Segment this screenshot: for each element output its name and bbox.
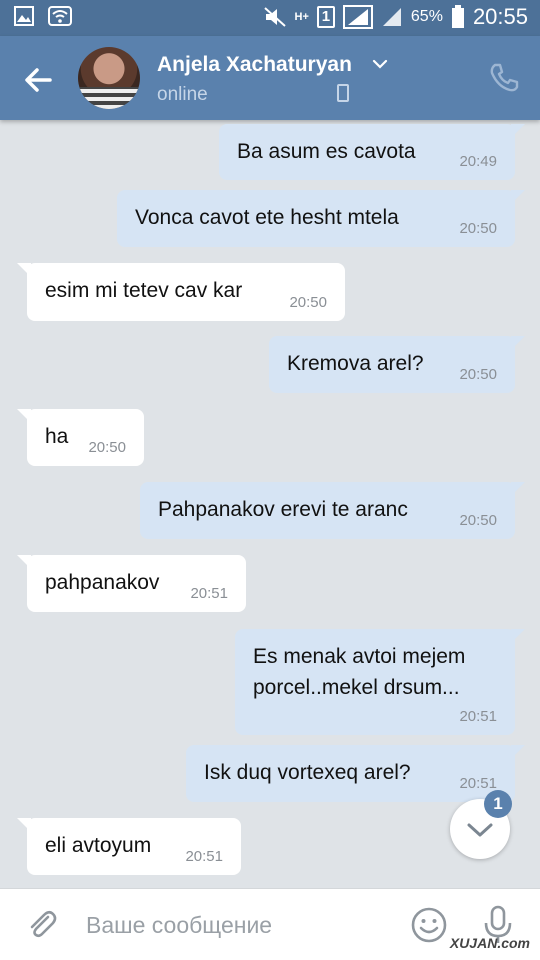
emoji-icon[interactable] [410, 906, 448, 944]
battery-icon [451, 5, 464, 28]
battery-percent: 65% [410, 8, 443, 25]
avatar[interactable] [78, 47, 140, 109]
message-input[interactable] [86, 907, 386, 943]
message-incoming[interactable]: esim mi tetev cav kar 20:50 [17, 263, 345, 321]
sim-indicator: 1 [316, 6, 335, 28]
signal-icon [342, 5, 373, 29]
message-time: 20:50 [459, 512, 497, 529]
online-status-text: online [157, 84, 208, 105]
phone-call-icon[interactable] [488, 62, 520, 94]
message-text: eli avtoyum [45, 834, 152, 857]
status-bar: H+ 1 65% 20:55 [0, 0, 540, 36]
gallery-icon [14, 6, 34, 26]
message-text: Kremova arel? [287, 352, 424, 375]
wifi-icon [48, 6, 72, 26]
status-left-icons [14, 6, 72, 26]
message-time: 20:51 [459, 708, 497, 725]
message-outgoing[interactable]: Es menak avtoi mejem porcel..mekel drsum… [235, 629, 525, 735]
message-time: 20:50 [459, 366, 497, 383]
message-outgoing[interactable]: Isk duq vortexeq arel? 20:51 [186, 745, 525, 802]
message-text: Isk duq vortexeq arel? [204, 761, 411, 784]
message-time: 20:49 [459, 153, 497, 170]
message-incoming[interactable]: eli avtoyum 20:51 [17, 818, 241, 875]
message-outgoing[interactable]: Kremova arel? 20:50 [269, 336, 525, 393]
message-time: 20:50 [289, 294, 327, 311]
online-status: online [157, 84, 349, 106]
message-incoming[interactable]: ha 20:50 [17, 409, 144, 466]
status-right-icons: H+ 1 65% 20:55 [263, 4, 528, 30]
message-outgoing[interactable]: Ba asum es cavota 20:49 [219, 124, 525, 180]
message-text: ha [45, 425, 69, 448]
signal-icon-2 [382, 8, 401, 26]
paperclip-icon[interactable] [24, 907, 60, 943]
watermark: XUJAN.com [449, 935, 530, 951]
message-text: pahpanakov [45, 571, 160, 594]
unread-count-badge: 1 [484, 790, 512, 818]
message-text: Es menak avtoi mejem porcel..mekel drsum… [253, 645, 466, 699]
message-text: Pahpanakov erevi te aranc [158, 498, 408, 521]
message-text: Vonca cavot ete hesht mtela [135, 206, 399, 229]
message-time: 20:51 [459, 775, 497, 792]
message-incoming[interactable]: pahpanakov 20:51 [17, 555, 246, 612]
chevron-down-icon[interactable] [371, 55, 389, 73]
clock: 20:55 [472, 4, 528, 29]
message-text: esim mi tetev cav kar [45, 279, 243, 302]
message-time: 20:50 [459, 220, 497, 237]
mobile-device-icon [337, 84, 349, 102]
contact-name[interactable]: Anjela Xachaturyan [157, 53, 352, 77]
back-arrow-icon[interactable] [18, 60, 58, 100]
message-outgoing[interactable]: Vonca cavot ete hesht mtela 20:50 [117, 190, 525, 247]
mute-icon [263, 7, 286, 27]
chat-header: Anjela Xachaturyan online [0, 36, 540, 120]
network-type: H+ [294, 11, 309, 23]
message-outgoing[interactable]: Pahpanakov erevi te aranc 20:50 [140, 482, 525, 539]
message-time: 20:51 [185, 848, 223, 865]
message-text: Ba asum es cavota [237, 140, 416, 163]
message-time: 20:50 [88, 439, 126, 456]
message-time: 20:51 [190, 585, 228, 602]
